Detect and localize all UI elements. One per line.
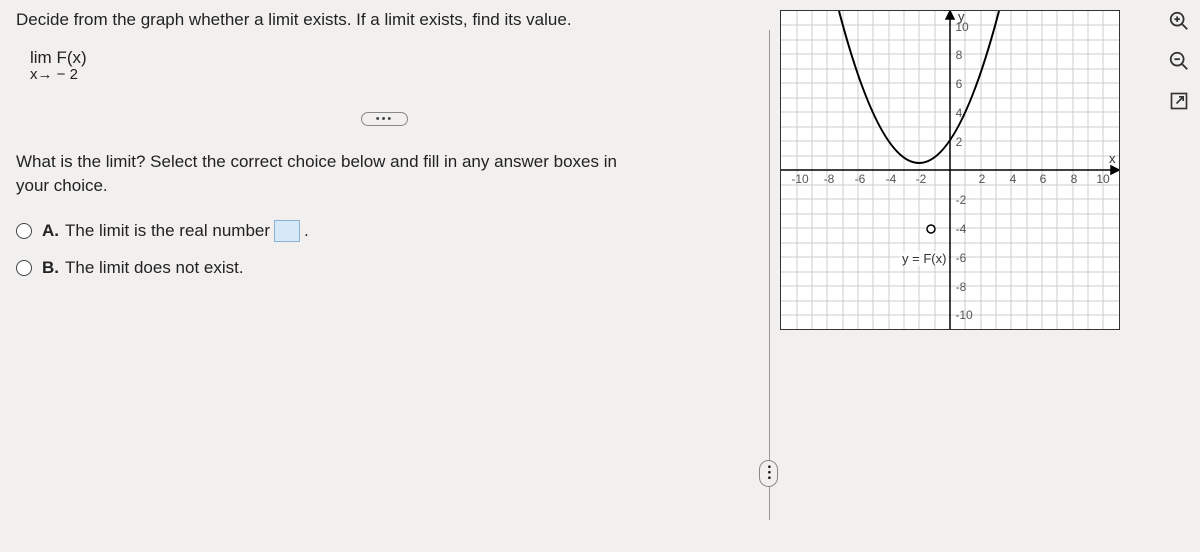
choice-a-text-after: . — [304, 221, 309, 241]
zoom-in-icon — [1168, 10, 1190, 32]
x-tick: -4 — [886, 172, 897, 186]
x-tick: 4 — [1010, 172, 1017, 186]
x-axis-label: x — [1109, 151, 1116, 166]
y-tick: -6 — [956, 251, 967, 265]
choice-b-text: The limit does not exist. — [65, 258, 244, 278]
choice-a-text-before: The limit is the real number — [65, 221, 270, 241]
graph-svg — [781, 11, 1119, 329]
limit-top: lim F(x) — [30, 48, 753, 68]
zoom-out-icon — [1168, 50, 1190, 72]
choice-a-prefix: A. — [42, 221, 59, 241]
choice-a-answer-input[interactable] — [274, 220, 300, 242]
limit-bottom: x→ − 2 — [30, 66, 753, 84]
graph-container[interactable]: -10 -8 -6 -4 -2 2 4 6 8 10 2 4 6 8 10 -2… — [780, 10, 1120, 330]
x-tick: -8 — [824, 172, 835, 186]
section-divider-button[interactable]: ••• — [361, 112, 409, 126]
x-tick: -10 — [791, 172, 808, 186]
y-tick: -8 — [956, 280, 967, 294]
y-tick: -10 — [955, 308, 972, 322]
choice-a-radio[interactable] — [16, 223, 32, 239]
graph-panel: -10 -8 -6 -4 -2 2 4 6 8 10 2 4 6 8 10 -2… — [770, 0, 1200, 552]
y-axis-label: y — [958, 9, 965, 24]
x-tick: 2 — [979, 172, 986, 186]
open-external-button[interactable] — [1166, 88, 1192, 114]
function-label: y = F(x) — [900, 251, 948, 266]
question-prompt: Decide from the graph whether a limit ex… — [16, 10, 753, 30]
y-tick: 6 — [956, 77, 963, 91]
choice-b-row: B. The limit does not exist. — [16, 258, 753, 278]
y-tick: -2 — [956, 193, 967, 207]
limit-expression: lim F(x) x→ − 2 — [30, 48, 753, 84]
choice-b-prefix: B. — [42, 258, 59, 278]
choice-b-radio[interactable] — [16, 260, 32, 276]
y-tick: -4 — [956, 222, 967, 236]
x-tick: 10 — [1096, 172, 1109, 186]
zoom-in-button[interactable] — [1166, 8, 1192, 34]
y-tick: 8 — [956, 48, 963, 62]
x-tick: 6 — [1040, 172, 1047, 186]
question-area: Decide from the graph whether a limit ex… — [0, 0, 769, 552]
x-tick: 8 — [1071, 172, 1078, 186]
graph-toolbar — [1166, 8, 1192, 114]
y-tick: 4 — [956, 106, 963, 120]
x-tick: -2 — [916, 172, 927, 186]
choice-a-row: A. The limit is the real number . — [16, 220, 753, 242]
open-external-icon — [1169, 91, 1189, 111]
y-tick: 2 — [956, 135, 963, 149]
x-tick: -6 — [855, 172, 866, 186]
sub-question: What is the limit? Select the correct ch… — [16, 150, 636, 198]
zoom-out-button[interactable] — [1166, 48, 1192, 74]
